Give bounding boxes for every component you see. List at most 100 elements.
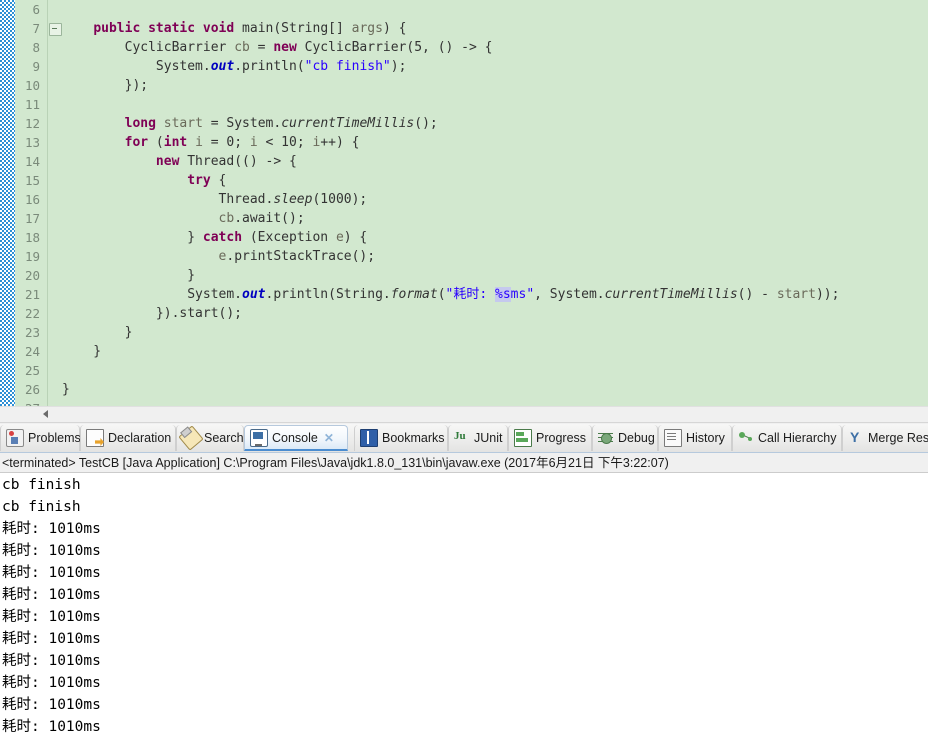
tab-history[interactable]: History <box>658 425 732 451</box>
code-line-text: Thread.sleep(1000); <box>62 190 367 209</box>
scroll-left-arrow-icon[interactable] <box>43 410 48 418</box>
code-token: } <box>62 230 203 245</box>
line-number: 18 <box>0 228 40 247</box>
console-output[interactable]: cb finishcb finish耗时: 1010ms耗时: 1010ms耗时… <box>0 474 928 753</box>
code-line[interactable]: 17 cb.await(); <box>0 209 928 228</box>
code-line-text: try { <box>62 171 226 190</box>
call-hierarchy-icon <box>738 430 754 446</box>
tab-label: History <box>686 431 725 445</box>
tab-label: Progress <box>536 431 586 445</box>
code-line[interactable]: 15 try { <box>0 171 928 190</box>
code-token: catch <box>203 230 242 245</box>
code-line[interactable]: 13 for (int i = 0; i < 10; i++) { <box>0 133 928 152</box>
line-number: 15 <box>0 171 40 190</box>
tab-search[interactable]: Search <box>176 425 244 451</box>
code-token: for <box>125 135 148 150</box>
code-line[interactable]: 14 new Thread(() -> { <box>0 152 928 171</box>
line-number: 14 <box>0 152 40 171</box>
tab-console[interactable]: Console ✕ <box>244 425 348 451</box>
code-line[interactable]: 21 System.out.println(String.format("耗时:… <box>0 285 928 304</box>
code-token: ) { <box>344 230 367 245</box>
code-token: cb <box>219 211 235 226</box>
fold-collapse-icon[interactable] <box>49 23 62 36</box>
console-line: 耗时: 1010ms <box>0 628 928 650</box>
line-number: 13 <box>0 133 40 152</box>
code-token: public <box>93 21 140 36</box>
code-line[interactable]: 8 CyclicBarrier cb = new CyclicBarrier(5… <box>0 38 928 57</box>
bookmarks-icon <box>360 429 378 447</box>
code-line[interactable]: 25 <box>0 361 928 380</box>
code-line[interactable]: 18 } catch (Exception e) { <box>0 228 928 247</box>
tab-declaration[interactable]: Declaration <box>80 425 176 451</box>
code-line[interactable]: 23 } <box>0 323 928 342</box>
code-line[interactable]: 19 e.printStackTrace(); <box>0 247 928 266</box>
code-token: = <box>250 40 273 55</box>
code-token: (Exception <box>242 230 336 245</box>
tab-label: Declaration <box>108 431 171 445</box>
code-token: int <box>164 135 187 150</box>
code-token: { <box>211 173 227 188</box>
console-line: 耗时: 1010ms <box>0 672 928 694</box>
code-line[interactable]: 20 } <box>0 266 928 285</box>
code-line[interactable]: 11 <box>0 95 928 114</box>
code-token: start <box>777 287 816 302</box>
console-line: 耗时: 1010ms <box>0 540 928 562</box>
code-token: Thread(() -> { <box>179 154 296 169</box>
code-token: out <box>242 287 265 302</box>
code-token: new <box>156 154 179 169</box>
tab-label: Console <box>272 431 318 445</box>
line-number: 25 <box>0 361 40 380</box>
tab-label: Debug <box>618 431 655 445</box>
console-line: 耗时: 1010ms <box>0 606 928 628</box>
code-token: .println( <box>234 59 304 74</box>
console-line: 耗时: 1010ms <box>0 584 928 606</box>
code-token: } <box>62 268 195 283</box>
code-line[interactable]: 12 long start = System.currentTimeMillis… <box>0 114 928 133</box>
code-token: i <box>250 135 258 150</box>
code-token: static <box>148 21 195 36</box>
code-line-text: CyclicBarrier cb = new CyclicBarrier(5, … <box>62 38 492 57</box>
code-token <box>62 116 125 131</box>
code-line-text: System.out.println("cb finish"); <box>62 57 406 76</box>
line-number: 8 <box>0 38 40 57</box>
code-text-area[interactable]: 67 public static void main(String[] args… <box>0 0 928 406</box>
code-line[interactable]: 9 System.out.println("cb finish"); <box>0 57 928 76</box>
view-tab-bar[interactable]: Problems Declaration Search Console ✕ Bookmar… <box>0 424 928 453</box>
code-token: e <box>336 230 344 245</box>
code-token: currentTimeMillis <box>605 287 738 302</box>
line-number: 20 <box>0 266 40 285</box>
code-line-text: } <box>62 380 70 399</box>
code-line[interactable]: 6 <box>0 0 928 19</box>
code-line[interactable]: 16 Thread.sleep(1000); <box>0 190 928 209</box>
line-number: 17 <box>0 209 40 228</box>
code-token: ( <box>438 287 446 302</box>
code-line[interactable]: 22 }).start(); <box>0 304 928 323</box>
tab-junit[interactable]: JUnit <box>448 425 508 451</box>
code-token: sleep <box>273 192 312 207</box>
code-token: System. <box>62 59 211 74</box>
tab-progress[interactable]: Progress <box>508 425 592 451</box>
code-line-text: }); <box>62 76 148 95</box>
tab-problems[interactable]: Problems <box>0 425 80 451</box>
code-line[interactable]: 10 }); <box>0 76 928 95</box>
code-token: = 0; <box>203 135 250 150</box>
tab-call-hierarchy[interactable]: Call Hierarchy <box>732 425 842 451</box>
code-line[interactable]: 24 } <box>0 342 928 361</box>
tab-debug[interactable]: Debug <box>592 425 658 451</box>
java-editor[interactable]: 67 public static void main(String[] args… <box>0 0 928 406</box>
code-token: void <box>203 21 234 36</box>
search-icon <box>178 425 203 450</box>
line-number: 10 <box>0 76 40 95</box>
code-token: () - <box>738 287 777 302</box>
code-token: (); <box>414 116 437 131</box>
code-line[interactable]: 26} <box>0 380 928 399</box>
code-line[interactable]: 7 public static void main(String[] args)… <box>0 19 928 38</box>
code-token <box>156 116 164 131</box>
history-icon <box>664 429 682 447</box>
line-number: 12 <box>0 114 40 133</box>
tab-bookmarks[interactable]: Bookmarks <box>354 425 448 451</box>
code-line-text: System.out.println(String.format("耗时: %s… <box>62 285 839 304</box>
close-icon[interactable]: ✕ <box>324 431 334 445</box>
junit-icon <box>454 430 470 446</box>
tab-merge-result[interactable]: Merge Result <box>842 425 928 451</box>
